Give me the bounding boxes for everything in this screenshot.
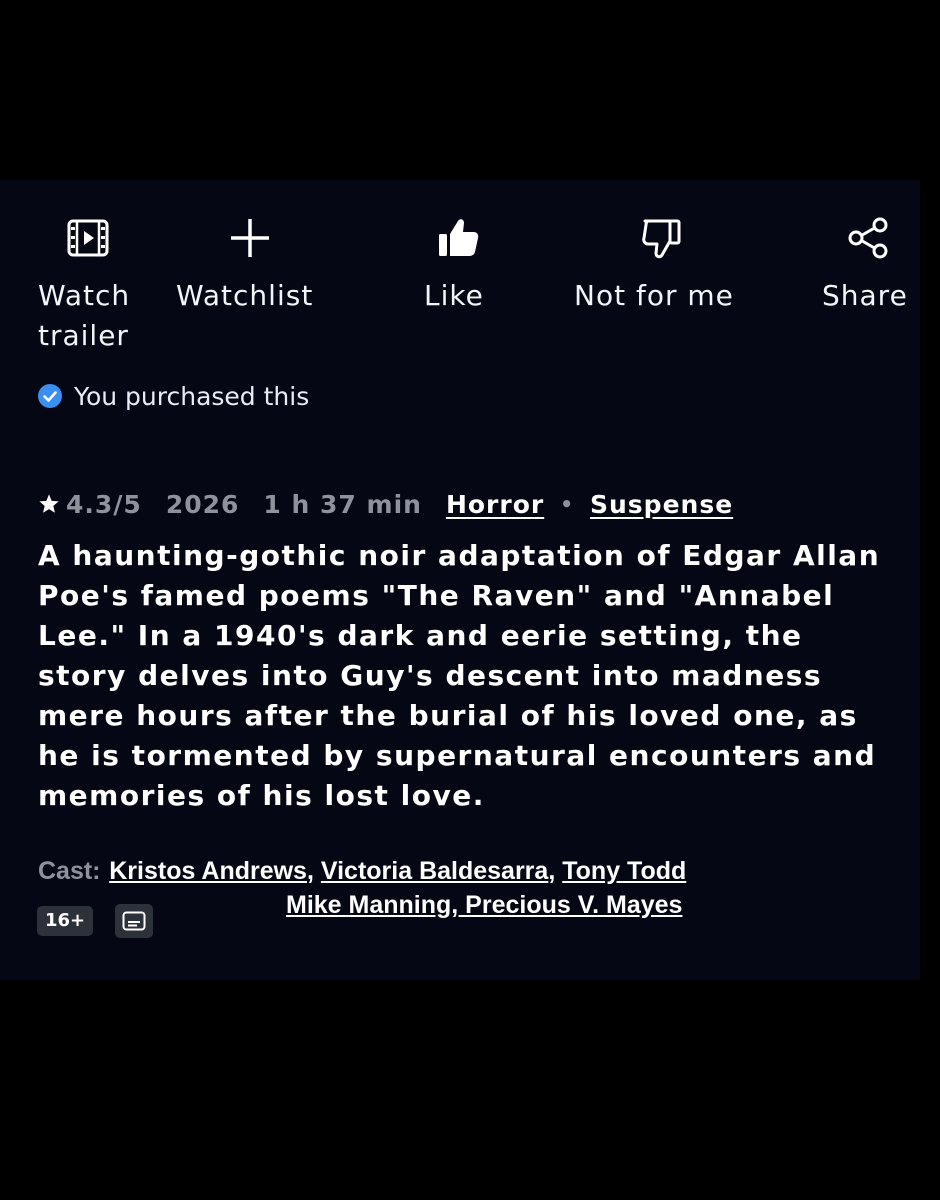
title-metadata: 4.3/5 2026 1 h 37 min Horror • Suspense	[38, 486, 733, 522]
badges: 16+	[37, 904, 154, 938]
cast-link-line2[interactable]: Mike Manning, Precious V. Mayes	[286, 891, 682, 919]
runtime: 1 h 37 min	[263, 489, 422, 519]
watch-trailer-button[interactable]: Watch trailer	[38, 216, 148, 352]
watchlist-button[interactable]: Watchlist	[176, 216, 336, 316]
plus-icon	[231, 219, 269, 257]
cast-link-victoria-baldesarra[interactable]: Victoria Baldesarra	[321, 857, 548, 885]
trailer-icon	[67, 219, 109, 257]
share-label: Share	[822, 279, 908, 312]
subtitles-icon	[122, 911, 146, 931]
purchase-text: You purchased this	[74, 381, 310, 411]
not-for-me-button[interactable]: Not for me	[574, 216, 754, 316]
watch-trailer-label: Watch trailer	[38, 279, 131, 352]
like-button[interactable]: Like	[424, 216, 504, 316]
thumbs-down-icon	[642, 219, 681, 259]
detail-panel: Watch trailer Watchlist Like Not for me …	[0, 180, 920, 980]
subtitles-badge	[115, 904, 154, 938]
watchlist-label: Watchlist	[176, 279, 314, 312]
genre-link-horror[interactable]: Horror	[446, 490, 544, 519]
not-for-me-label: Not for me	[574, 279, 734, 312]
genre-link-suspense[interactable]: Suspense	[590, 490, 733, 519]
maturity-rating-badge: 16+	[37, 906, 94, 936]
like-label: Like	[424, 279, 484, 312]
purchase-status: You purchased this	[38, 380, 309, 412]
action-bar: Watch trailer Watchlist Like Not for me …	[0, 216, 920, 356]
thumbs-up-icon	[439, 219, 479, 256]
cast-list: Cast: Kristos Andrews, Victoria Baldesar…	[38, 857, 687, 885]
release-year: 2026	[165, 489, 240, 519]
star-icon	[39, 494, 59, 513]
cast-link-kristos-andrews[interactable]: Kristos Andrews	[109, 857, 307, 885]
cast-link-tony-todd[interactable]: Tony Todd	[562, 857, 686, 885]
check-circle-icon	[38, 384, 62, 408]
rating-value: 4.3/5	[66, 489, 142, 519]
cast-label: Cast:	[38, 857, 101, 885]
cast-list-continued: Mike Manning, Precious V. Mayes	[286, 890, 682, 920]
share-icon	[848, 217, 888, 259]
synopsis: A haunting-gothic noir adaptation of Edg…	[38, 539, 881, 812]
genre-separator: •	[560, 492, 574, 516]
share-button[interactable]: Share	[822, 216, 914, 316]
